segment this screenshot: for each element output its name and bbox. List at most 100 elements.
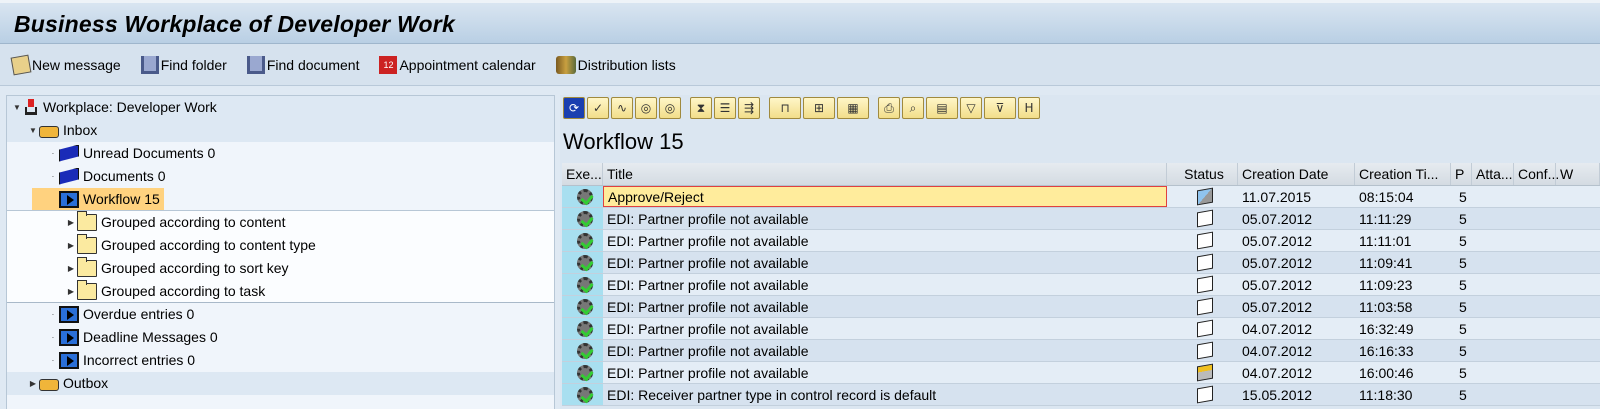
execute-cell[interactable] [562, 186, 603, 207]
display-button[interactable]: ◎ [635, 97, 657, 119]
leaf-dot-icon[interactable]: · [47, 149, 59, 158]
title-cell[interactable]: EDI: Partner profile not available [603, 362, 1167, 383]
tree-node[interactable]: · Documents 0 [7, 165, 554, 188]
tree-label: Workflow 15 [32, 188, 164, 210]
execute-icon[interactable] [576, 364, 593, 381]
display-alt-button[interactable]: ◎ [659, 97, 681, 119]
leaf-dot-icon[interactable]: · [47, 310, 59, 319]
tree-node-workplace[interactable]: ▼ Workplace: Developer Work [7, 96, 554, 119]
execute-icon[interactable] [576, 276, 593, 293]
appbar-button-appointment-calendar[interactable]: 12 Appointment calendar [379, 55, 536, 74]
leaf-dot-icon[interactable]: · [47, 356, 59, 365]
table-row[interactable]: EDI: Partner profile not available 05.07.… [562, 230, 1600, 252]
column-header[interactable]: Atta... [1472, 163, 1514, 185]
execute-cell[interactable] [562, 362, 603, 383]
collapse-arrow-icon[interactable]: ▼ [27, 126, 39, 135]
tree-node[interactable]: ▼Workflow 15 [7, 188, 554, 211]
leaf-dot-icon[interactable]: · [47, 172, 59, 181]
tree-node-outbox[interactable]: ▶ Outbox [7, 372, 554, 395]
title-cell[interactable]: EDI: Partner profile not available [603, 274, 1167, 295]
column-header[interactable]: Conf... [1514, 163, 1559, 185]
execute-icon[interactable] [576, 298, 593, 315]
expand-arrow-icon[interactable]: ▶ [65, 287, 77, 296]
table-row[interactable]: EDI: Partner profile not available 05.07.… [562, 296, 1600, 318]
expand-arrow-icon[interactable]: ▶ [65, 264, 77, 273]
title-cell[interactable]: EDI: Receiver partner type in control re… [603, 384, 1167, 405]
table-row[interactable]: EDI: Partner profile not available 05.07.… [562, 274, 1600, 296]
creation-date-cell: 05.07.2012 [1242, 298, 1313, 315]
appbar-button-distribution-lists[interactable]: Distribution lists [555, 55, 676, 74]
table-row[interactable]: EDI: Partner profile not available 05.07.… [562, 252, 1600, 274]
table-row[interactable]: EDI: Partner profile not available 04.07.… [562, 318, 1600, 340]
expand-arrow-icon[interactable]: ▶ [65, 218, 77, 227]
table-row[interactable]: Approve/Reject 11.07.2015 08:15:04 5 [562, 186, 1600, 208]
appbar-button-find-folder[interactable]: Find folder [140, 55, 227, 74]
execute-icon[interactable] [576, 320, 593, 337]
table-row[interactable]: EDI: Partner profile not available 05.07.… [562, 208, 1600, 230]
execute-icon[interactable] [576, 386, 593, 403]
forward-button[interactable]: ⇶ [738, 97, 760, 119]
tree-node[interactable]: ▶ Grouped according to task [7, 279, 554, 303]
sort-button[interactable]: ▽ [960, 97, 982, 119]
find-button[interactable]: ⌕ [902, 97, 924, 119]
column-header[interactable]: Status [1167, 163, 1238, 185]
execute-icon[interactable] [576, 232, 593, 249]
column-header[interactable]: Title [603, 163, 1167, 185]
tree-node[interactable]: · Overdue entries 0 [7, 303, 554, 326]
execute-button[interactable]: ✓ [587, 97, 609, 119]
appbar-button-find-document[interactable]: Find document [246, 55, 359, 74]
refresh-button[interactable]: ⟳ [563, 97, 585, 119]
tree-node[interactable]: ▶ Grouped according to content type [7, 233, 554, 257]
column-header[interactable]: P [1451, 163, 1472, 185]
table-row[interactable]: EDI: Partner profile not available 04.07.… [562, 340, 1600, 362]
execute-cell[interactable] [562, 384, 603, 405]
binoculars-button[interactable]: H [1018, 97, 1040, 119]
execute-icon[interactable] [576, 188, 593, 205]
tree-node[interactable]: · Incorrect entries 0 [7, 349, 554, 372]
execute-cell[interactable] [562, 274, 603, 295]
tree-node[interactable]: · Unread Documents 0 [7, 142, 554, 165]
execute-icon[interactable] [576, 254, 593, 271]
tree-node[interactable]: ▶ Grouped according to content [7, 210, 554, 234]
title-cell[interactable]: EDI: Partner profile not available [603, 252, 1167, 273]
execute-cell[interactable] [562, 296, 603, 317]
creation-date-cell: 05.07.2012 [1242, 254, 1313, 271]
column-header[interactable]: W [1556, 163, 1600, 185]
title-cell[interactable]: EDI: Partner profile not available [603, 318, 1167, 339]
leaf-dot-icon[interactable]: · [47, 333, 59, 342]
empty-cell [1472, 274, 1514, 295]
layout-button[interactable]: ▦ [837, 97, 869, 119]
column-header[interactable]: Exe... [562, 163, 603, 185]
title-cell[interactable]: EDI: Partner profile not available [603, 340, 1167, 361]
title-cell[interactable]: EDI: Partner profile not available [603, 230, 1167, 251]
tree-node[interactable]: ▶ Grouped according to sort key [7, 256, 554, 280]
column-header[interactable]: Creation Date [1238, 163, 1355, 185]
execute-cell[interactable] [562, 208, 603, 229]
appbar-button-new-message[interactable]: New message [10, 54, 121, 75]
column-header[interactable]: Creation Ti... [1355, 163, 1451, 185]
tree-node-inbox[interactable]: ▼ Inbox [7, 119, 554, 142]
details-button[interactable]: ☰ [714, 97, 736, 119]
select-layout-button[interactable]: ▤ [926, 97, 958, 119]
title-cell[interactable]: EDI: Partner profile not available [603, 208, 1167, 229]
collapse-arrow-icon[interactable]: ▼ [11, 103, 23, 112]
expand-arrow-icon[interactable]: ▶ [27, 379, 39, 388]
workflow-log-button[interactable]: ∿ [611, 97, 633, 119]
table-row[interactable]: EDI: Partner profile not available 04.07.… [562, 362, 1600, 384]
table-row[interactable]: EDI: Receiver partner type in control re… [562, 384, 1600, 406]
execute-cell[interactable] [562, 318, 603, 339]
attachments-button[interactable]: ⊓ [769, 97, 801, 119]
expand-arrow-icon[interactable]: ▶ [65, 241, 77, 250]
title-cell[interactable]: EDI: Partner profile not available [603, 296, 1167, 317]
execute-icon[interactable] [576, 210, 593, 227]
print-button[interactable]: ⎙ [878, 97, 900, 119]
create-attachment-button[interactable]: ⊞ [803, 97, 835, 119]
tree-node[interactable]: · Deadline Messages 0 [7, 326, 554, 349]
execute-icon[interactable] [576, 342, 593, 359]
filter-button[interactable]: ⊽ [984, 97, 1016, 119]
execute-cell[interactable] [562, 252, 603, 273]
hourglass-button[interactable]: ⧗ [690, 97, 712, 119]
title-cell[interactable]: Approve/Reject [603, 186, 1167, 207]
execute-cell[interactable] [562, 340, 603, 361]
execute-cell[interactable] [562, 230, 603, 251]
